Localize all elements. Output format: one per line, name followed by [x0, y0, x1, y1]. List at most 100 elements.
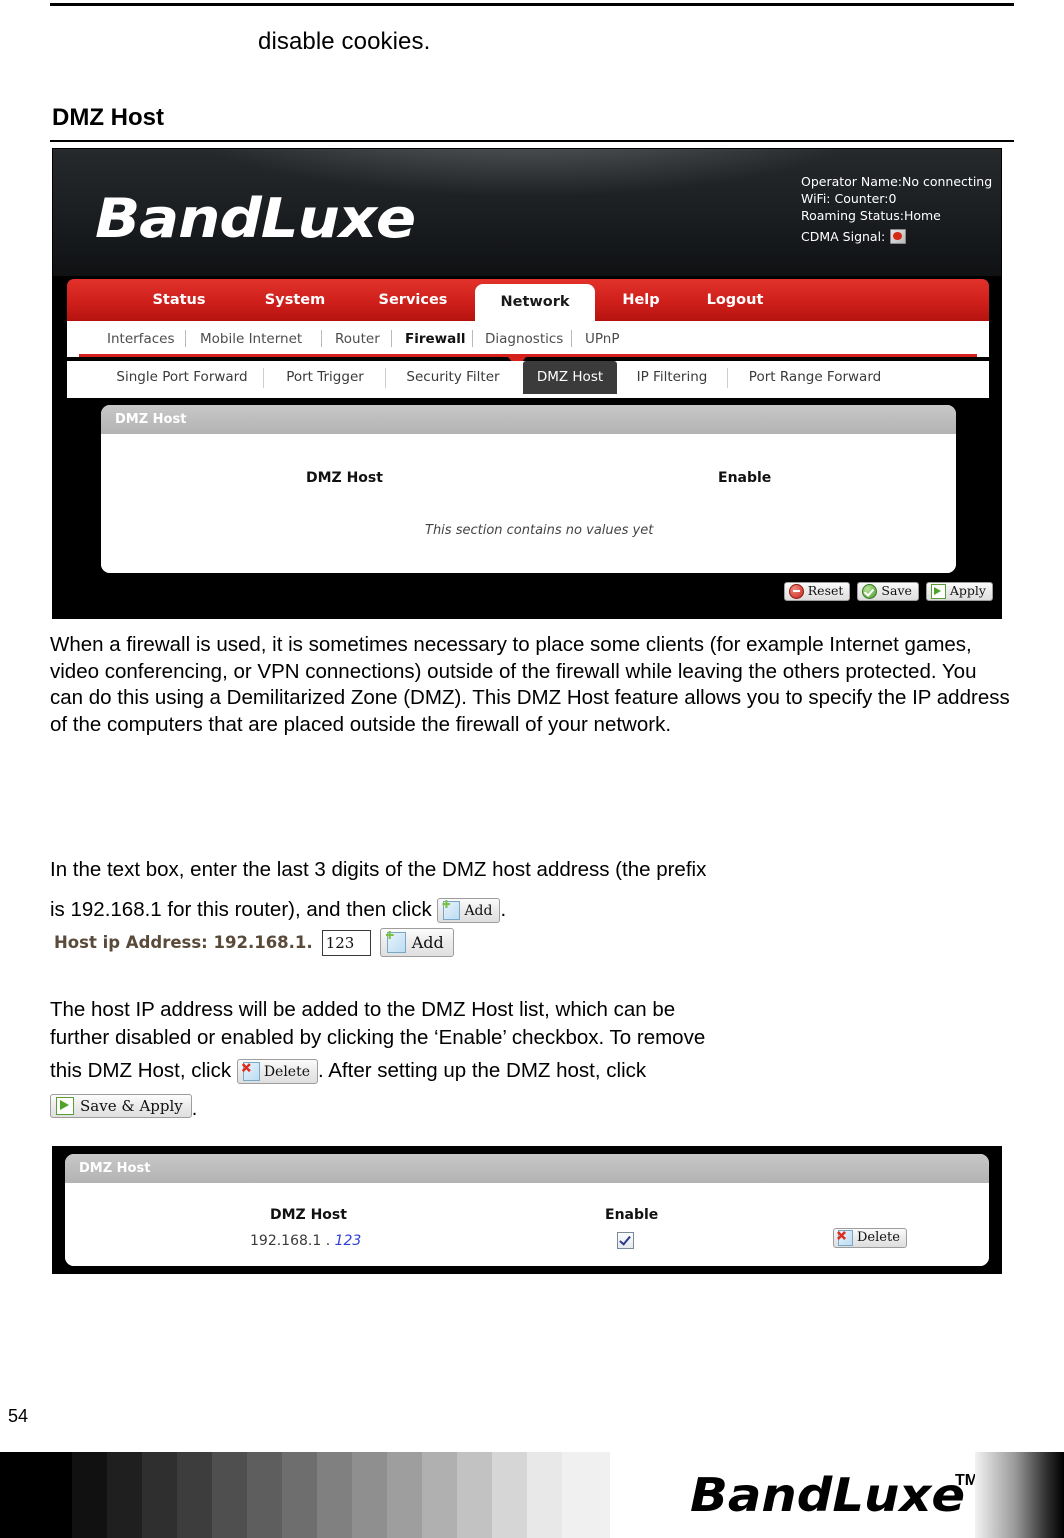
reset-button-label: Reset [807, 583, 844, 599]
save-button[interactable]: Save [857, 582, 919, 601]
table-row-ip-value: 192.168.1 . 123 [250, 1233, 361, 1249]
inline-delete-label: Delete [263, 1063, 310, 1080]
tab-ip-filtering[interactable]: IP Filtering [623, 361, 721, 394]
cdma-signal-label: CDMA Signal: [801, 229, 886, 244]
subnav-underline [79, 354, 977, 357]
delete-document-icon [242, 1062, 260, 1082]
panel-title: DMZ Host [101, 405, 956, 434]
panel-body: DMZ Host Enable This section contains no… [101, 434, 956, 573]
signal-no-service-icon [890, 229, 907, 244]
page-title: DMZ Host [52, 104, 164, 131]
footer-button-group: Reset Save Apply [783, 582, 993, 601]
enable-checkbox-cell [617, 1232, 634, 1253]
tab-dmz-host[interactable]: DMZ Host [523, 361, 617, 394]
column-header-enable: Enable [718, 470, 772, 486]
delete-button-label: Delete [857, 1229, 900, 1245]
footer-brand-logo: BandLuxe [690, 1468, 966, 1522]
footer-gradient-bar [975, 1452, 1064, 1538]
inline-add-button[interactable]: Add [437, 898, 501, 924]
paragraph-line-3: this DMZ Host, click [50, 1059, 232, 1082]
nav-tab-services[interactable]: Services [361, 279, 465, 321]
delete-button[interactable]: Delete [833, 1228, 907, 1248]
paragraph-remove-instructions: The host IP address will be added to the… [50, 996, 1010, 1052]
running-text: disable cookies. [258, 28, 431, 55]
tab-port-range-forward[interactable]: Port Range Forward [735, 361, 895, 394]
paragraph-line-2: further disabled or enabled by clicking … [50, 1026, 706, 1049]
wifi-counter: WiFi: Counter:0 [801, 191, 897, 206]
document-page: disable cookies. DMZ Host BandLuxe Opera… [0, 0, 1064, 1538]
grayscale-calibration-wedge [0, 1452, 620, 1538]
header-rule [50, 3, 1014, 6]
main-navbar: Status System Services Network Help Logo… [67, 279, 989, 321]
column-header-dmz-host: DMZ Host [270, 1207, 347, 1223]
brand-logo: BandLuxe [95, 187, 416, 250]
paragraph-line-4: . After setting up the DMZ host, click [318, 1059, 647, 1082]
paragraph-period: . [500, 898, 507, 921]
paragraph-period: . [191, 1098, 198, 1120]
subnav-item-router[interactable]: Router [335, 321, 380, 357]
inline-delete-button[interactable]: Delete [236, 1059, 318, 1085]
nav-tab-status[interactable]: Status [129, 279, 229, 321]
subnav-item-interfaces[interactable]: Interfaces [107, 321, 174, 357]
tab-security-filter[interactable]: Security Filter [393, 361, 513, 394]
subnav-separator [391, 330, 392, 347]
paragraph-dmz-description: When a firewall is used, it is sometimes… [50, 633, 1010, 736]
paragraph-line-2: is 192.168.1 for this router), and then … [50, 898, 432, 921]
firewall-tabs: Single Port Forward Port Trigger Securit… [67, 361, 989, 398]
add-document-icon [443, 901, 461, 921]
tab-single-port-forward[interactable]: Single Port Forward [107, 361, 257, 394]
add-button[interactable]: Add [379, 928, 454, 957]
subnav-item-diagnostics[interactable]: Diagnostics [485, 321, 563, 357]
paragraph-line-1: In the text box, enter the last 3 digits… [50, 858, 707, 881]
paragraph-delete-line: this DMZ Host, click Delete . After sett… [50, 1056, 1010, 1086]
add-button-label: Add [411, 933, 444, 952]
panel-footer-bar: Reset Save Apply [53, 574, 1001, 618]
apply-icon [930, 584, 946, 599]
tab-separator [385, 368, 386, 388]
reset-icon [788, 584, 804, 599]
inline-save-apply-button[interactable]: Save & Apply [50, 1094, 192, 1118]
panel-title: DMZ Host [65, 1154, 989, 1183]
nav-tab-network[interactable]: Network [475, 284, 595, 321]
apply-button-label: Apply [949, 583, 986, 599]
subnav-item-mobile-internet[interactable]: Mobile Internet [200, 321, 302, 357]
delete-cell: Delete [833, 1228, 907, 1250]
subnav-item-upnp[interactable]: UPnP [585, 321, 619, 357]
ip-suffix: 123 [334, 1233, 362, 1249]
subnav-item-firewall[interactable]: Firewall [405, 321, 466, 357]
apply-button[interactable]: Apply [925, 582, 993, 601]
status-block: Operator Name:No connecting WiFi: Counte… [801, 173, 1001, 245]
inline-save-apply-label: Save & Apply [80, 1097, 183, 1115]
nav-tab-logout[interactable]: Logout [687, 279, 783, 321]
router-screenshot-empty-dmz: BandLuxe Operator Name:No connecting WiF… [52, 148, 1002, 619]
operator-name: Operator Name:No connecting [801, 174, 993, 189]
dmz-host-panel-populated: DMZ Host DMZ Host Enable 192.168.1 . 123… [65, 1154, 989, 1266]
tab-port-trigger[interactable]: Port Trigger [271, 361, 379, 394]
empty-state-message: This section contains no values yet [425, 523, 654, 538]
subnav-separator [571, 330, 572, 347]
figure-host-ip-input: Host ip Address: 192.168.1. 123 Add [54, 928, 454, 957]
nav-tab-system[interactable]: System [245, 279, 345, 321]
router-screenshot-populated-dmz: DMZ Host DMZ Host Enable 192.168.1 . 123… [52, 1146, 1002, 1274]
roaming-status: Roaming Status:Home [801, 208, 941, 223]
save-button-label: Save [881, 583, 912, 599]
subnav-separator [472, 330, 473, 347]
paragraph-textbox-instructions: In the text box, enter the last 3 digits… [50, 850, 1010, 930]
subnav-separator [321, 330, 322, 347]
host-ip-label: Host ip Address: 192.168.1. [54, 933, 313, 952]
nav-tab-help[interactable]: Help [605, 279, 677, 321]
host-ip-input[interactable]: 123 [321, 929, 371, 956]
inline-add-label: Add [464, 902, 493, 919]
delete-document-icon [838, 1230, 853, 1246]
tab-separator [727, 368, 728, 388]
reset-button[interactable]: Reset [783, 582, 851, 601]
save-apply-icon [56, 1097, 74, 1115]
router-banner: BandLuxe Operator Name:No connecting WiF… [53, 149, 1001, 276]
enable-checkbox[interactable] [617, 1232, 634, 1249]
subnav-separator [185, 330, 186, 347]
column-header-dmz-host: DMZ Host [306, 470, 383, 486]
cdma-signal-row: CDMA Signal: [801, 228, 1001, 245]
column-header-enable: Enable [605, 1207, 659, 1223]
dmz-host-panel-empty: DMZ Host DMZ Host Enable This section co… [101, 405, 956, 573]
panel-body: DMZ Host Enable 192.168.1 . 123 Delete [65, 1183, 989, 1266]
